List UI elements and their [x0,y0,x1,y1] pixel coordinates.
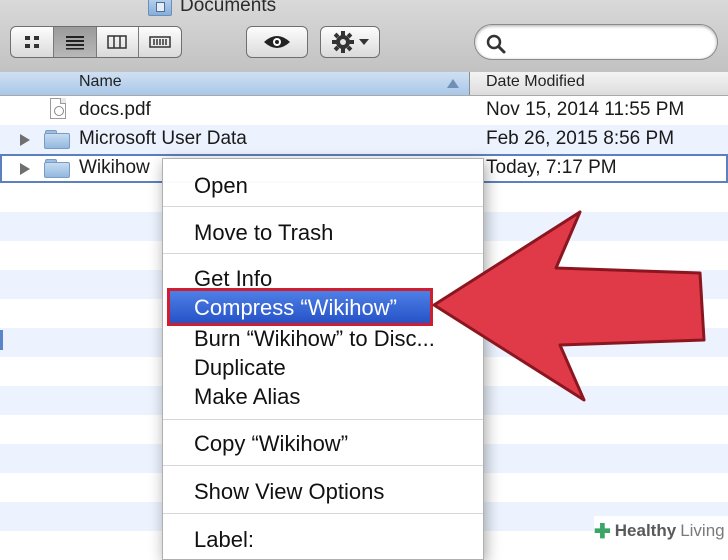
search-icon [486,34,506,54]
action-menu-button[interactable] [320,26,380,58]
pdf-document-icon [50,98,66,119]
disclosure-triangle-icon[interactable] [20,134,30,146]
list-view-icon [65,36,84,50]
search-input[interactable] [474,24,718,60]
name-column-label: Name [79,73,122,90]
file-date: Feb 26, 2015 8:56 PM [486,128,675,149]
file-name: Wikihow [79,157,150,178]
menu-separator [163,513,483,514]
column-header-bar: Name Date Modified [0,72,728,96]
watermark-brand-suffix: Living [680,521,725,540]
name-column-header[interactable]: Name [0,72,470,95]
window-title: Documents [148,0,276,18]
watermark-brand: Healthy [614,521,677,540]
icon-view-icon [24,36,39,48]
menu-separator [163,206,483,207]
menu-separator [163,253,483,254]
column-view-icon [107,35,128,49]
view-mode-segmented-control [10,26,182,58]
menu-separator [163,465,483,466]
menu-item-move-to-trash[interactable]: Move to Trash [194,220,333,246]
menu-item-copy[interactable]: Copy “Wikihow” [194,431,348,457]
disclosure-triangle-icon[interactable] [20,163,30,175]
menu-separator [163,419,483,420]
file-name: Microsoft User Data [79,128,247,149]
context-menu: Open Move to Trash Get Info Compress “Wi… [162,158,484,560]
menu-item-compress[interactable]: Compress “Wikihow” [194,295,397,321]
menu-item-duplicate[interactable]: Duplicate [194,355,286,381]
menu-item-show-view-options[interactable]: Show View Options [194,479,384,505]
healthy-living-watermark: ✚ Healthy Living [594,516,728,546]
menu-item-open[interactable]: Open [194,173,248,199]
file-date: Nov 15, 2014 11:55 PM [486,99,685,120]
gear-icon [331,31,354,53]
chevron-down-icon [358,39,369,45]
quick-look-button[interactable] [246,26,308,58]
finder-toolbar: Documents [0,0,728,73]
icon-view-button[interactable] [11,27,54,57]
file-date: Today, 7:17 PM [486,157,617,178]
selection-edge-indicator [0,330,3,350]
coverflow-view-icon [149,36,171,48]
window-title-text: Documents [180,0,277,16]
folder-icon [44,159,70,178]
folder-icon [44,130,70,149]
list-view-button[interactable] [53,27,97,57]
folder-title-icon [148,0,172,16]
file-row-microsoft-user-data[interactable]: Microsoft User Data Feb 26, 2015 8:56 PM [0,125,728,154]
date-modified-column-header[interactable]: Date Modified [486,73,585,91]
watermark-logo-icon: ✚ [594,520,611,543]
menu-item-burn[interactable]: Burn “Wikihow” to Disc... [194,326,435,352]
sort-ascending-icon [447,79,459,88]
column-view-button[interactable] [97,27,140,57]
file-name: docs.pdf [79,99,151,120]
menu-item-make-alias[interactable]: Make Alias [194,384,300,410]
coverflow-view-button[interactable] [139,27,181,57]
menu-item-label: Label: [194,527,254,552]
eye-icon [264,36,290,48]
file-row-docs-pdf[interactable]: docs.pdf Nov 15, 2014 11:55 PM [0,96,728,125]
